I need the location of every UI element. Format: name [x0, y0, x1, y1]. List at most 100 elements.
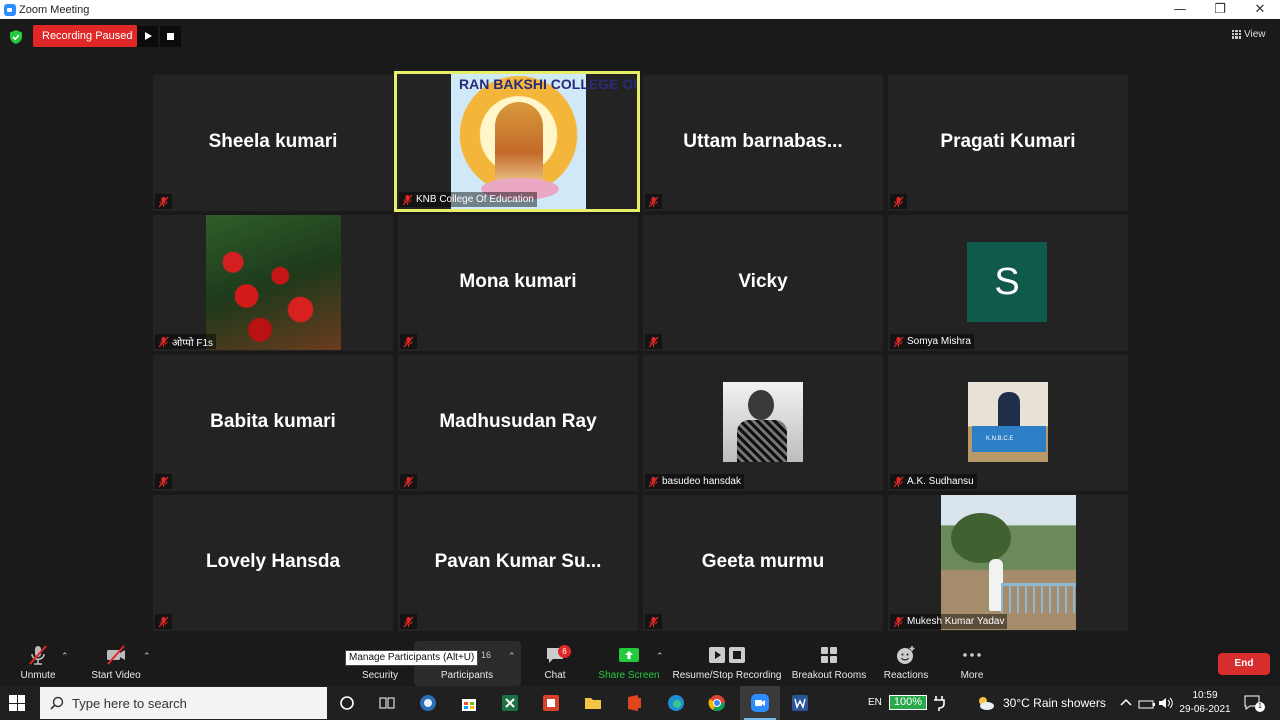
- pdf-reader-icon[interactable]: [541, 693, 561, 713]
- end-meeting-button[interactable]: End: [1218, 653, 1270, 675]
- participant-label: [155, 614, 172, 629]
- taskbar-search-input[interactable]: Type here to search: [40, 687, 327, 719]
- participant-label: [400, 334, 417, 349]
- participant-name: Vicky: [738, 271, 788, 292]
- desk-sign-text: K.N.B.C.E: [986, 436, 1014, 442]
- excel-icon[interactable]: [500, 693, 520, 713]
- task-view-icon[interactable]: [377, 693, 397, 713]
- share-options-chevron-icon[interactable]: ⌃: [656, 651, 664, 661]
- more-button[interactable]: More: [952, 643, 992, 681]
- minimize-button[interactable]: —: [1160, 2, 1200, 17]
- grid-view-icon: [1232, 29, 1241, 39]
- edge-browser-icon[interactable]: [666, 693, 686, 713]
- muted-mic-icon: [158, 196, 169, 207]
- participant-name: Lovely Hansda: [205, 551, 341, 572]
- participant-tile-sheela[interactable]: Sheela kumari: [153, 75, 393, 211]
- maximize-button[interactable]: ❐: [1200, 2, 1240, 17]
- store-icon[interactable]: [459, 693, 479, 713]
- search-placeholder: Type here to search: [72, 695, 187, 711]
- start-video-button[interactable]: Start Video: [88, 643, 144, 681]
- participant-tile-pragati[interactable]: Pragati Kumari: [888, 75, 1128, 211]
- input-language[interactable]: EN: [868, 686, 882, 720]
- windows-start-icon[interactable]: [9, 695, 25, 711]
- action-center-button[interactable]: 1: [1243, 694, 1265, 712]
- participants-button[interactable]: Participants: [437, 670, 497, 681]
- mic-muted-icon: [29, 645, 47, 665]
- participant-label: [645, 334, 662, 349]
- meeting-toolbar: Unmute ⌃ Start Video ⌃ Manage Participan…: [0, 639, 1280, 686]
- clock-time: 10:59: [1192, 690, 1218, 701]
- battery-indicator[interactable]: 100%: [889, 695, 927, 710]
- participant-tile-madhusudan[interactable]: Madhusudan Ray: [398, 355, 638, 491]
- participant-tile-somya[interactable]: S Somya Mishra: [888, 215, 1128, 351]
- muted-mic-icon: [648, 336, 659, 347]
- participant-tile-basudeo[interactable]: basudeo hansdak: [643, 355, 883, 491]
- participant-label: ओप्पो F1s: [155, 334, 217, 349]
- participant-tile-knb-college[interactable]: RAN BAKSHI COLLEGE OF E KNB College Of E…: [394, 71, 640, 212]
- zoom-app-icon[interactable]: [750, 693, 770, 713]
- more-dots-icon: [963, 653, 981, 657]
- stop-recording-button[interactable]: [160, 26, 181, 47]
- profile-photo: K.N.B.C.E: [968, 382, 1048, 462]
- profile-photo: [723, 382, 803, 462]
- participant-tile-pavan[interactable]: Pavan Kumar Su...: [398, 495, 638, 631]
- tray-chevron-up-icon[interactable]: [1116, 693, 1136, 713]
- recording-status: Recording Paused: [33, 25, 137, 47]
- participant-name: Pavan Kumar Su...: [434, 551, 602, 572]
- muted-mic-icon: [403, 476, 414, 487]
- participant-tile-ak-sudhansu[interactable]: K.N.B.C.E A.K. Sudhansu: [888, 355, 1128, 491]
- meeting-area: Recording Paused View Sheela kumari RAN …: [0, 19, 1280, 639]
- participants-tooltip: Manage Participants (Alt+U): [345, 650, 479, 666]
- share-screen-button[interactable]: Share Screen: [597, 643, 661, 681]
- file-explorer-icon[interactable]: [583, 693, 603, 713]
- word-icon[interactable]: [790, 693, 810, 713]
- network-icon[interactable]: [1136, 693, 1156, 713]
- participant-tile-babita[interactable]: Babita kumari: [153, 355, 393, 491]
- volume-icon[interactable]: [1156, 693, 1176, 713]
- participant-label: KNB College Of Education: [399, 192, 537, 207]
- zoom-logo-icon: [4, 3, 16, 16]
- participant-tile-uttam[interactable]: Uttam barnabas...: [643, 75, 883, 211]
- cortana-icon[interactable]: [337, 693, 357, 713]
- participant-tile-vicky[interactable]: Vicky: [643, 215, 883, 351]
- chat-unread-badge: 6: [558, 645, 571, 658]
- resume-recording-button[interactable]: [137, 26, 158, 47]
- breakout-rooms-button[interactable]: Breakout Rooms: [790, 643, 868, 681]
- video-options-chevron-icon[interactable]: ⌃: [143, 651, 151, 661]
- unmute-button[interactable]: Unmute: [18, 643, 58, 681]
- participant-label: [890, 194, 907, 209]
- participant-label: [155, 474, 172, 489]
- resume-stop-recording-button[interactable]: Resume/Stop Recording: [671, 643, 783, 681]
- landscape-photo: [941, 495, 1076, 630]
- weather-text[interactable]: 30°C Rain showers: [1003, 686, 1106, 720]
- muted-mic-icon: [893, 196, 904, 207]
- office-icon[interactable]: [624, 693, 644, 713]
- weather-cloud-icon[interactable]: [975, 693, 995, 713]
- muted-mic-icon: [403, 616, 414, 627]
- camera-off-icon: [107, 645, 125, 665]
- view-button[interactable]: View: [1228, 25, 1274, 43]
- app-icon-blue-circle[interactable]: [418, 693, 438, 713]
- muted-mic-icon: [893, 476, 904, 487]
- close-window-button[interactable]: ✕: [1240, 2, 1280, 17]
- security-button[interactable]: Security: [355, 670, 405, 681]
- participant-tile-geeta[interactable]: Geeta murmu: [643, 495, 883, 631]
- search-icon: [50, 696, 64, 710]
- encryption-shield-icon[interactable]: [8, 29, 24, 45]
- window-title: Zoom Meeting: [19, 3, 90, 16]
- avatar: S: [967, 242, 1047, 322]
- participant-name: Babita kumari: [210, 411, 336, 432]
- participants-options-chevron-icon[interactable]: ⌃: [508, 651, 516, 661]
- muted-mic-icon: [648, 476, 659, 487]
- taskbar-clock[interactable]: 10:59 29-06-2021: [1176, 689, 1234, 717]
- college-logo-image: RAN BAKSHI COLLEGE OF E: [451, 74, 637, 209]
- participant-tile-mona[interactable]: Mona kumari: [398, 215, 638, 351]
- window-title-bar: Zoom Meeting — ❐ ✕: [0, 0, 1280, 19]
- participant-tile-lovely[interactable]: Lovely Hansda: [153, 495, 393, 631]
- participant-label: [400, 614, 417, 629]
- reactions-button[interactable]: Reactions: [880, 643, 932, 681]
- participant-tile-oppo[interactable]: ओप्पो F1s: [153, 215, 393, 351]
- audio-options-chevron-icon[interactable]: ⌃: [61, 651, 69, 661]
- participant-tile-mukesh[interactable]: Mukesh Kumar Yadav: [888, 495, 1128, 631]
- chrome-browser-icon[interactable]: [707, 693, 727, 713]
